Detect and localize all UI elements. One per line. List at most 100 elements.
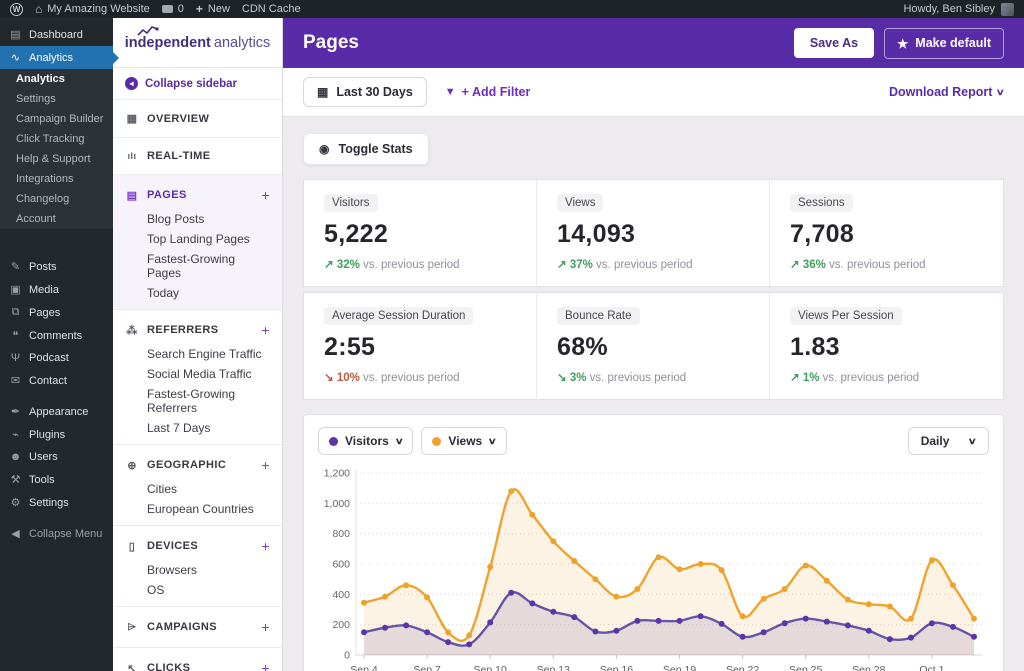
interval-select[interactable]: Daily∨ — [908, 427, 989, 455]
sidebar-item-analytics[interactable]: ∿Analytics — [0, 46, 113, 69]
plus-icon[interactable]: + — [261, 322, 270, 338]
plus-icon[interactable]: + — [261, 457, 270, 473]
sidebar-item-label: Settings — [29, 497, 69, 509]
globe-icon: ⊕ — [125, 459, 139, 472]
plugin-subitem-browsers[interactable]: Browsers — [113, 560, 282, 580]
sidebar-item-comments[interactable]: ❝Comments — [0, 324, 113, 347]
stat-card-views-per-session: Views Per Session1.83↗ 1% vs. previous p… — [770, 293, 1003, 399]
plus-icon[interactable]: + — [261, 619, 270, 635]
sidebar-item-tools[interactable]: ⚒Tools — [0, 468, 113, 491]
stat-label: Bounce Rate — [557, 307, 640, 325]
plugin-section-header-pages[interactable]: ▤PAGES+ — [113, 181, 282, 209]
report-icon: ▦ — [125, 112, 139, 125]
plugin-section-header-referrers[interactable]: ⁂REFERRERS+ — [113, 316, 282, 344]
sidebar-item-media[interactable]: ▣Media — [0, 278, 113, 301]
brush-icon: ✒ — [9, 405, 22, 418]
bar-chart-icon: ılı — [125, 151, 139, 161]
plugin-section-header-devices[interactable]: ▯DEVICES+ — [113, 532, 282, 560]
collapse-sidebar-button[interactable]: ◂ Collapse sidebar — [113, 68, 282, 100]
plugin-subitem-last-7-days[interactable]: Last 7 Days — [113, 418, 282, 438]
user-avatar[interactable] — [1001, 3, 1014, 16]
report-toolbar: ▦ Last 30 Days ▼ + Add Filter Download R… — [283, 68, 1024, 117]
sidebar-item-users[interactable]: ☻Users — [0, 446, 113, 468]
arrow-up-right-icon: ↗ 1% — [790, 372, 819, 384]
sidebar-item-contact[interactable]: ✉Contact — [0, 369, 113, 392]
sidebar-item-settings[interactable]: Settings — [0, 89, 113, 109]
plugin-subitem-fastest-growing-pages[interactable]: Fastest-Growing Pages — [113, 249, 282, 283]
dashboard-icon: ▤ — [9, 28, 22, 41]
page-title: Pages — [303, 32, 784, 54]
sidebar-item-posts[interactable]: ✎Posts — [0, 255, 113, 278]
sidebar-item-campaign-builder[interactable]: Campaign Builder — [0, 109, 113, 129]
sidebar-item-integrations[interactable]: Integrations — [0, 169, 113, 189]
plugin-subitem-fastest-growing-referrers[interactable]: Fastest-Growing Referrers — [113, 384, 282, 418]
save-as-button[interactable]: Save As — [794, 28, 874, 58]
stat-delta: ↘ 10% vs. previous period — [324, 370, 516, 384]
svg-text:Sep 4: Sep 4 — [350, 664, 378, 671]
plugin-subitem-blog-posts[interactable]: Blog Posts — [113, 209, 282, 229]
sidebar-item-dashboard[interactable]: ▤ Dashboard — [0, 23, 113, 46]
plugin-section-label: CLICKS — [147, 662, 190, 671]
svg-text:Oct 1: Oct 1 — [919, 664, 944, 671]
traffic-chart: 02004006008001,0001,200Sep 4Sep 7Sep 10S… — [318, 463, 989, 671]
howdy-text[interactable]: Howdy, Ben Sibley — [903, 3, 995, 15]
plus-icon[interactable]: + — [261, 660, 270, 671]
sidebar-item-collapse-menu[interactable]: ◀Collapse Menu — [0, 522, 113, 545]
svg-text:Sep 10: Sep 10 — [474, 664, 507, 671]
logo-chartline-icon — [137, 26, 159, 38]
plus-icon[interactable]: + — [261, 187, 270, 203]
plus-icon[interactable]: + — [261, 538, 270, 554]
series-name: Views — [448, 434, 482, 448]
plugin-section-label: REAL-TIME — [147, 150, 210, 162]
sidebar-item-settings[interactable]: ⚙Settings — [0, 491, 113, 514]
sidebar-item-changelog[interactable]: Changelog — [0, 189, 113, 209]
add-filter-button[interactable]: ▼ + Add Filter — [445, 85, 531, 99]
plugin-section-header-clicks[interactable]: ↖CLICKS+ — [113, 654, 282, 671]
sidebar-item-label: Comments — [29, 330, 82, 342]
chevron-down-icon: ∨ — [488, 436, 497, 447]
new-menu[interactable]: + New — [196, 2, 230, 16]
funnel-icon: ▼ — [445, 86, 456, 98]
sidebar-item-analytics[interactable]: Analytics — [0, 69, 113, 89]
stat-card-sessions: Sessions7,708↗ 36% vs. previous period — [770, 180, 1003, 286]
plugin-section-header-real-time[interactable]: ılı REAL-TIME — [113, 144, 282, 168]
cdn-cache-link[interactable]: CDN Cache — [242, 3, 301, 15]
svg-text:600: 600 — [332, 559, 350, 571]
site-name-link[interactable]: ⌂ My Amazing Website — [35, 3, 150, 15]
sidebar-item-appearance[interactable]: ✒Appearance — [0, 400, 113, 423]
stat-label: Sessions — [790, 194, 853, 212]
plugin-subitem-search-engine-traffic[interactable]: Search Engine Traffic — [113, 344, 282, 364]
plugin-subitem-top-landing-pages[interactable]: Top Landing Pages — [113, 229, 282, 249]
plugin-section-header-campaigns[interactable]: ⌲CAMPAIGNS+ — [113, 613, 282, 641]
stat-value: 2:55 — [324, 333, 516, 362]
comments-link[interactable]: 0 — [162, 3, 184, 15]
plugin-subitem-os[interactable]: OS — [113, 580, 282, 600]
date-range-button[interactable]: ▦ Last 30 Days — [303, 77, 427, 107]
plugin-section-header-overview[interactable]: ▦OVERVIEW — [113, 106, 282, 131]
wp-logo-icon[interactable]: W — [10, 3, 23, 16]
sidebar-item-account[interactable]: Account — [0, 209, 113, 229]
sidebar-item-plugins[interactable]: ⌁Plugins — [0, 423, 113, 446]
make-default-button[interactable]: ★ Make default — [884, 28, 1004, 59]
sidebar-item-podcast[interactable]: ΨPodcast — [0, 347, 113, 369]
sidebar-item-click-tracking[interactable]: Click Tracking — [0, 129, 113, 149]
plugin-subitem-european-countries[interactable]: European Countries — [113, 499, 282, 519]
plugin-subitem-cities[interactable]: Cities — [113, 479, 282, 499]
arrow-up-right-icon: ↗ 37% — [557, 259, 593, 271]
plugin-subitem-today[interactable]: Today — [113, 283, 282, 303]
visitors-series-select[interactable]: Visitors∨ — [318, 427, 413, 455]
sidebar-item-label: Dashboard — [29, 29, 83, 41]
plugin-subitem-social-media-traffic[interactable]: Social Media Traffic — [113, 364, 282, 384]
stat-value: 14,093 — [557, 220, 749, 249]
stat-card-visitors: Visitors5,222↗ 32% vs. previous period — [304, 180, 537, 286]
sidebar-item-label: Contact — [29, 375, 67, 387]
sidebar-item-pages[interactable]: ⧉Pages — [0, 301, 113, 324]
views-series-select[interactable]: Views ∨ — [421, 427, 506, 455]
sidebar-item-help-support[interactable]: Help & Support — [0, 149, 113, 169]
stats-row: Average Session Duration2:55↘ 10% vs. pr… — [303, 292, 1004, 400]
download-report-button[interactable]: Download Report ∨ — [889, 85, 1004, 99]
visitors-color-dot — [329, 437, 338, 446]
plugin-section-header-geographic[interactable]: ⊕GEOGRAPHIC+ — [113, 451, 282, 479]
toggle-stats-button[interactable]: ◉ Toggle Stats — [303, 133, 429, 165]
svg-text:Sep 25: Sep 25 — [789, 664, 822, 671]
